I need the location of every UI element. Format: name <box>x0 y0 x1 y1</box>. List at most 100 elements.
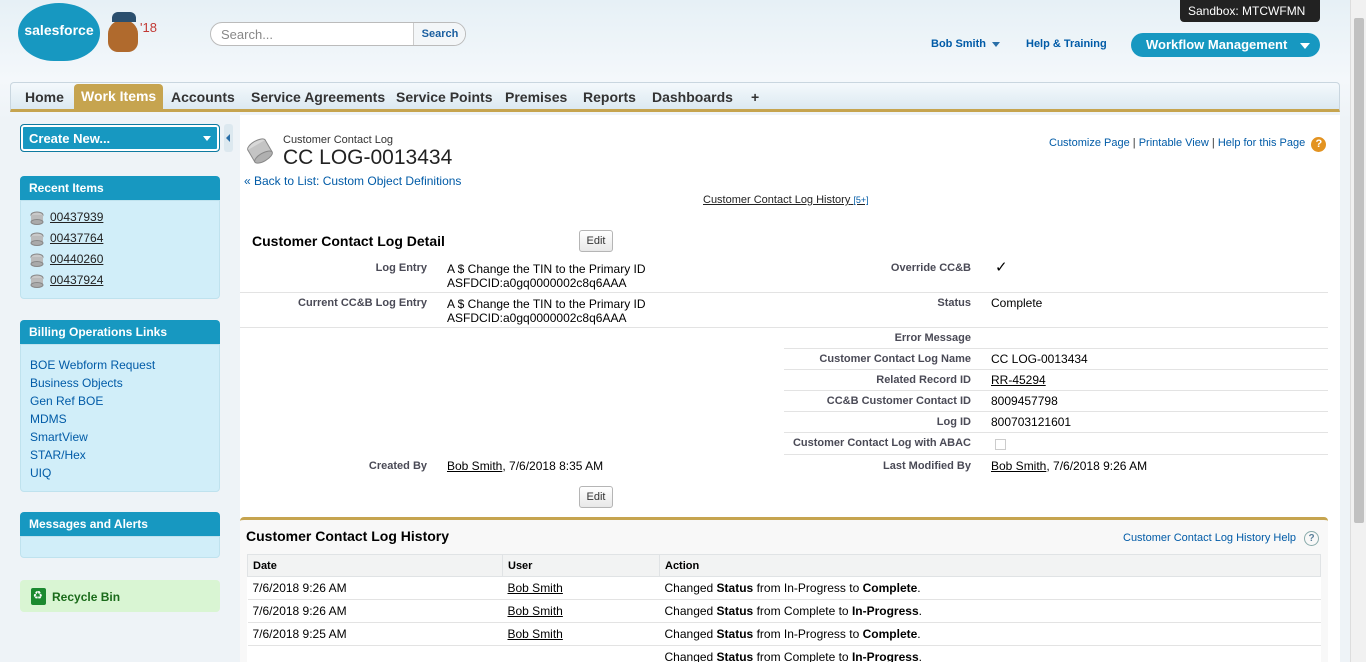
row-user-link[interactable]: Bob Smith <box>502 622 660 646</box>
link-mdms[interactable]: MDMS <box>30 412 67 426</box>
back-to-list-link[interactable]: « Back to List: Custom Object Definition… <box>244 174 461 188</box>
database-icon <box>247 138 273 164</box>
page-scrollbar[interactable] <box>1350 0 1366 662</box>
release-year: '18 <box>140 20 157 35</box>
log-id-value: 800703121601 <box>991 415 1072 429</box>
search-box: Search <box>210 22 466 46</box>
row-user-link[interactable]: Bob Smith <box>502 599 660 623</box>
add-tab-icon[interactable]: + <box>744 87 766 112</box>
database-icon <box>30 232 44 246</box>
tab-bar: Home Work Items Accounts Service Agreeme… <box>10 82 1340 112</box>
sandbox-badge: Sandbox: MTCWFMN <box>1180 0 1320 22</box>
column-header-user[interactable]: User <box>502 554 660 577</box>
tab-service-agreements[interactable]: Service Agreements <box>244 87 392 112</box>
log-entry-label: Log Entry <box>375 262 427 274</box>
divider <box>784 411 1328 412</box>
recent-items-header: Recent Items <box>20 176 220 200</box>
edit-button[interactable]: Edit <box>579 230 613 252</box>
log-id-label: Log ID <box>936 416 971 428</box>
log-name-label: Customer Contact Log Name <box>819 353 971 365</box>
recent-item[interactable]: 00437924 <box>29 273 103 289</box>
search-button[interactable]: Search <box>413 23 465 45</box>
app-switcher[interactable]: Workflow Management <box>1131 33 1320 57</box>
page-title: CC LOG-0013434 <box>283 146 453 169</box>
database-icon <box>30 274 44 288</box>
related-record-link[interactable]: RR-45294 <box>991 373 1046 387</box>
search-input[interactable] <box>211 23 413 45</box>
chevron-down-icon <box>1300 43 1310 49</box>
error-message-label: Error Message <box>894 332 971 344</box>
table-row: Changed Status from Complete to In-Progr… <box>247 645 1321 662</box>
separator: | <box>1211 137 1215 149</box>
tab-service-points[interactable]: Service Points <box>389 87 500 112</box>
link-boe-webform[interactable]: BOE Webform Request <box>30 358 155 372</box>
row-action: Changed Status from Complete to In-Progr… <box>659 645 1321 662</box>
history-title: Customer Contact Log History <box>246 528 450 544</box>
row-user-link[interactable]: Bob Smith <box>502 576 660 600</box>
current-log-value: A $ Change the TIN to the Primary ID ASFD… <box>447 297 646 325</box>
created-by-value: Bob Smith, 7/6/2018 8:35 AM <box>447 459 604 473</box>
recent-item-label: 00437939 <box>50 210 104 224</box>
abac-label: Customer Contact Log with ABAC <box>792 437 971 449</box>
link-star-hex[interactable]: STAR/Hex <box>30 448 86 462</box>
divider <box>784 454 1328 455</box>
database-icon <box>30 211 44 225</box>
page-links: Customize Page | Printable View | Help f… <box>1049 137 1327 152</box>
history-help: Customer Contact Log History Help? <box>1123 531 1320 546</box>
app-name: Workflow Management <box>1146 37 1288 52</box>
recent-item[interactable]: 00437939 <box>29 210 103 226</box>
table-row: 7/6/2018 9:25 AM Bob Smith Changed Statu… <box>247 622 1321 646</box>
recent-item[interactable]: 00437764 <box>29 231 103 247</box>
recycle-bin-link[interactable]: Recycle Bin <box>20 580 220 612</box>
row-date: 7/6/2018 9:26 AM <box>247 576 503 600</box>
related-record-label: Related Record ID <box>876 374 971 386</box>
tab-work-items[interactable]: Work Items <box>74 84 164 110</box>
tab-dashboards[interactable]: Dashboards <box>645 87 740 112</box>
sidebar-collapse-handle[interactable] <box>224 124 233 152</box>
printable-view-link[interactable]: Printable View <box>1139 137 1209 149</box>
row-user-link[interactable] <box>502 645 660 662</box>
scroll-thumb[interactable] <box>1354 18 1364 523</box>
history-help-link[interactable]: Customer Contact Log History Help <box>1123 532 1296 544</box>
created-by-user-link[interactable]: Bob Smith <box>447 459 502 473</box>
ccb-contact-id-value: 8009457798 <box>991 394 1058 408</box>
salesforce-logo[interactable]: salesforce <box>18 3 100 61</box>
create-new-button[interactable]: Create New... <box>20 124 220 152</box>
edit-button-bottom[interactable]: Edit <box>579 486 613 508</box>
link-uiq[interactable]: UIQ <box>30 466 51 480</box>
customize-page-link[interactable]: Customize Page <box>1049 137 1130 149</box>
divider <box>784 369 1328 370</box>
row-date: 7/6/2018 9:25 AM <box>247 622 503 646</box>
help-icon[interactable]: ? <box>1304 531 1320 546</box>
created-by-label: Created By <box>368 460 427 472</box>
link-gen-ref-boe[interactable]: Gen Ref BOE <box>30 394 103 408</box>
help-page-link[interactable]: Help for this Page <box>1218 137 1305 149</box>
tab-home[interactable]: Home <box>18 87 71 112</box>
column-header-date[interactable]: Date <box>247 554 503 577</box>
help-icon[interactable]: ? <box>1311 137 1327 152</box>
status-label: Status <box>937 297 971 309</box>
history-related-link[interactable]: Customer Contact Log History [5+] <box>703 194 869 206</box>
link-business-objects[interactable]: Business Objects <box>30 376 123 390</box>
tab-accounts[interactable]: Accounts <box>164 87 242 112</box>
table-header-row: Date User Action <box>247 554 1321 577</box>
billing-links-header: Billing Operations Links <box>20 320 220 344</box>
modified-by-user-link[interactable]: Bob Smith <box>991 459 1046 473</box>
row-action: Changed Status from In-Progress to Compl… <box>659 622 1321 646</box>
divider <box>784 390 1328 391</box>
current-log-label: Current CC&B Log Entry <box>298 297 427 309</box>
chevron-down-icon <box>992 41 1000 47</box>
help-training-link[interactable]: Help & Training <box>1026 38 1107 50</box>
link-smartview[interactable]: SmartView <box>30 430 88 444</box>
tab-premises[interactable]: Premises <box>498 87 574 112</box>
status-value: Complete <box>991 296 1043 310</box>
tab-reports[interactable]: Reports <box>576 87 643 112</box>
user-name: Bob Smith <box>931 38 986 50</box>
recent-item[interactable]: 00440260 <box>29 252 103 268</box>
column-header-action[interactable]: Action <box>659 554 1321 577</box>
table-row: 7/6/2018 9:26 AM Bob Smith Changed Statu… <box>247 576 1321 600</box>
divider <box>784 348 1328 349</box>
recent-item-label: 00440260 <box>50 252 104 266</box>
row-date <box>247 645 503 662</box>
user-menu[interactable]: Bob Smith <box>931 38 1000 50</box>
